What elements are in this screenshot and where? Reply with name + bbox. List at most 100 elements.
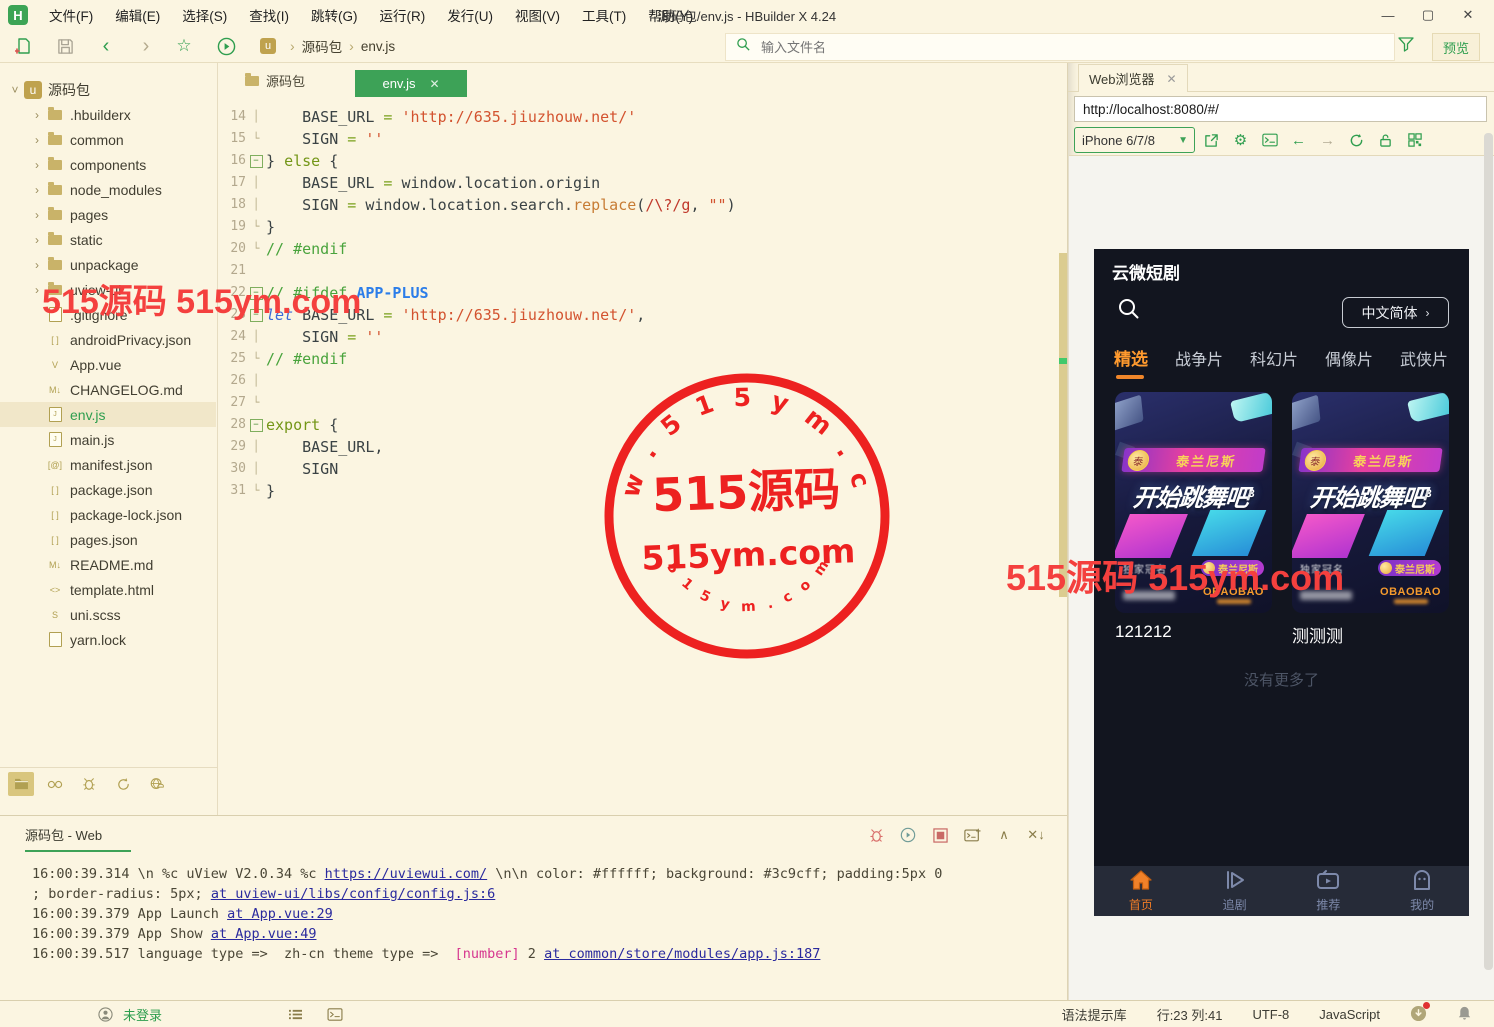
console-link[interactable]: at uview-ui/libs/config/config.js:6 bbox=[211, 886, 495, 902]
refresh-tab-icon[interactable] bbox=[110, 772, 136, 796]
collapse-panel-icon[interactable]: ∧ bbox=[993, 824, 1015, 846]
console-link[interactable]: https://uviewui.com/ bbox=[325, 866, 488, 882]
tree-item-node-modules[interactable]: › node_modules bbox=[0, 177, 216, 202]
bell-icon[interactable] bbox=[1457, 1005, 1472, 1024]
tree-item-changelog-md[interactable]: M↓ CHANGELOG.md bbox=[0, 377, 216, 402]
console-link[interactable]: at App.vue:29 bbox=[227, 906, 333, 922]
language-select-button[interactable]: 中文简体 › bbox=[1342, 297, 1449, 328]
tree-item-app-vue[interactable]: V App.vue bbox=[0, 352, 216, 377]
save-button[interactable] bbox=[53, 34, 77, 58]
drama-card[interactable]: 泰泰兰尼斯 开始跳舞吧3 独家冠名 泰兰尼斯 OBAOBAO 测测测 bbox=[1292, 392, 1449, 647]
close-button[interactable]: ✕ bbox=[1448, 7, 1488, 23]
tree-item-unpackage[interactable]: › unpackage bbox=[0, 252, 216, 277]
unlock-icon[interactable] bbox=[1373, 133, 1398, 148]
forward-arrow-icon[interactable]: → bbox=[1315, 132, 1340, 149]
tree-item--hbuilderx[interactable]: › .hbuilderx bbox=[0, 102, 216, 127]
menu-item[interactable]: 工具(T) bbox=[571, 5, 637, 25]
new-file-button[interactable] bbox=[12, 34, 36, 58]
explorer-tab-icon[interactable] bbox=[8, 772, 34, 796]
settings-gear-icon[interactable]: ⚙ bbox=[1228, 131, 1253, 149]
tree-item-components[interactable]: › components bbox=[0, 152, 216, 177]
preview-button[interactable]: 预览 bbox=[1432, 33, 1480, 61]
tree-item-package-lock-json[interactable]: [ ] package-lock.json bbox=[0, 502, 216, 527]
browser-scrollbar[interactable] bbox=[1484, 133, 1493, 970]
navigate-forward-icon[interactable]: › bbox=[134, 34, 158, 58]
encoding[interactable]: UTF-8 bbox=[1252, 1007, 1289, 1022]
tree-item-common[interactable]: › common bbox=[0, 127, 216, 152]
navigate-back-icon[interactable]: ‹ bbox=[94, 34, 118, 58]
language-mode[interactable]: JavaScript bbox=[1319, 1007, 1380, 1022]
tree-item-manifest-json[interactable]: [@] manifest.json bbox=[0, 452, 216, 477]
run-button[interactable] bbox=[214, 34, 238, 58]
refresh-icon[interactable] bbox=[1344, 133, 1369, 148]
nav-item-推荐[interactable]: 推荐 bbox=[1282, 866, 1376, 916]
category-tab-战争片[interactable]: 战争片 bbox=[1175, 346, 1223, 370]
cursor-position[interactable]: 行:23 列:41 bbox=[1157, 1005, 1223, 1024]
nav-item-我的[interactable]: 我的 bbox=[1375, 866, 1469, 916]
remote-globe-icon[interactable] bbox=[144, 772, 170, 796]
category-tab-武侠片[interactable]: 武侠片 bbox=[1400, 346, 1448, 370]
fold-collapse-icon[interactable]: − bbox=[249, 286, 263, 300]
menu-item[interactable]: 跳转(G) bbox=[300, 5, 369, 25]
tree-item-pages[interactable]: › pages bbox=[0, 202, 216, 227]
tree-item-package-json[interactable]: [ ] package.json bbox=[0, 477, 216, 502]
category-tab-偶像片[interactable]: 偶像片 bbox=[1325, 346, 1373, 370]
file-search-box[interactable] bbox=[725, 33, 1395, 61]
console-icon[interactable] bbox=[1257, 133, 1282, 147]
tree-item-template-html[interactable]: <> template.html bbox=[0, 577, 216, 602]
console-link[interactable]: at App.vue:49 bbox=[211, 926, 317, 942]
tree-item--[interactable]: ˅ u 源码包 bbox=[0, 77, 216, 102]
console-link[interactable]: at common/store/modules/app.js:187 bbox=[544, 946, 820, 962]
tree-item-main-js[interactable]: Jmain.js bbox=[0, 427, 216, 452]
nav-item-首页[interactable]: 首页 bbox=[1094, 866, 1188, 916]
minimize-button[interactable]: — bbox=[1368, 8, 1408, 23]
category-tab-科幻片[interactable]: 科幻片 bbox=[1250, 346, 1298, 370]
tree-item-readme-md[interactable]: M↓ README.md bbox=[0, 552, 216, 577]
menu-item[interactable]: 文件(F) bbox=[38, 5, 104, 25]
tree-item-androidprivacy-json[interactable]: [ ] androidPrivacy.json bbox=[0, 327, 216, 352]
fold-collapse-icon[interactable]: − bbox=[249, 418, 263, 432]
search-icon[interactable] bbox=[1117, 297, 1141, 326]
filter-icon[interactable] bbox=[1398, 36, 1414, 57]
tab-env-js[interactable]: env.js ✕ bbox=[355, 70, 467, 97]
code-area[interactable]: 14 │ BASE_URL = 'http://635.jiuzhouw.net/… bbox=[218, 97, 1057, 502]
search-input[interactable] bbox=[759, 38, 1365, 56]
new-console-icon[interactable] bbox=[961, 824, 983, 846]
debug-bug-icon[interactable] bbox=[865, 824, 887, 846]
editor-scrollbar[interactable] bbox=[1059, 253, 1067, 597]
close-tab-icon[interactable]: ✕ bbox=[429, 77, 439, 91]
tree-item--gitignore[interactable]: .gitignore bbox=[0, 302, 216, 327]
syntax-hint-lib[interactable]: 语法提示库 bbox=[1062, 1005, 1127, 1024]
menu-item[interactable]: 编辑(E) bbox=[104, 5, 171, 25]
clear-console-icon[interactable]: ✕↓ bbox=[1025, 824, 1047, 846]
tree-item-static[interactable]: › static bbox=[0, 227, 216, 252]
drama-card[interactable]: 泰泰兰尼斯 开始跳舞吧3 独家冠名 泰兰尼斯 OBAOBAO 121212 bbox=[1115, 392, 1272, 647]
maximize-button[interactable]: ▢ bbox=[1408, 7, 1448, 23]
stop-icon[interactable] bbox=[929, 824, 951, 846]
open-external-icon[interactable] bbox=[1199, 133, 1224, 148]
qr-code-icon[interactable] bbox=[1402, 133, 1427, 147]
tab-web-browser[interactable]: Web浏览器 ✕ bbox=[1078, 64, 1188, 92]
update-download-icon[interactable] bbox=[1410, 1001, 1430, 1025]
menu-item[interactable]: 查找(I) bbox=[238, 5, 300, 25]
breadcrumb-file[interactable]: env.js bbox=[361, 39, 395, 54]
menu-item[interactable]: 选择(S) bbox=[171, 5, 238, 25]
fold-collapse-icon[interactable]: − bbox=[249, 308, 263, 322]
device-select[interactable]: iPhone 6/7/8 ▼ bbox=[1074, 127, 1195, 153]
debug-tab-icon[interactable] bbox=[76, 772, 102, 796]
login-status[interactable]: 未登录 bbox=[123, 1005, 162, 1024]
back-arrow-icon[interactable]: ← bbox=[1286, 132, 1311, 149]
tab-project-folder[interactable]: 源码包 bbox=[245, 71, 305, 90]
tree-item-pages-json[interactable]: [ ] pages.json bbox=[0, 527, 216, 552]
nav-item-追剧[interactable]: 追剧 bbox=[1188, 866, 1282, 916]
menu-item[interactable]: 运行(R) bbox=[369, 5, 437, 25]
breadcrumb-project[interactable]: 源码包 bbox=[302, 36, 343, 56]
console-tab[interactable]: 源码包 - Web bbox=[25, 825, 102, 844]
terminal-icon[interactable] bbox=[325, 1008, 345, 1021]
search-tab-icon[interactable] bbox=[42, 772, 68, 796]
menu-item[interactable]: 发行(U) bbox=[436, 5, 504, 25]
menu-item[interactable]: 视图(V) bbox=[504, 5, 571, 25]
fold-collapse-icon[interactable]: − bbox=[249, 154, 263, 168]
outline-list-icon[interactable] bbox=[285, 1008, 305, 1021]
category-tab-精选[interactable]: 精选 bbox=[1114, 345, 1148, 379]
